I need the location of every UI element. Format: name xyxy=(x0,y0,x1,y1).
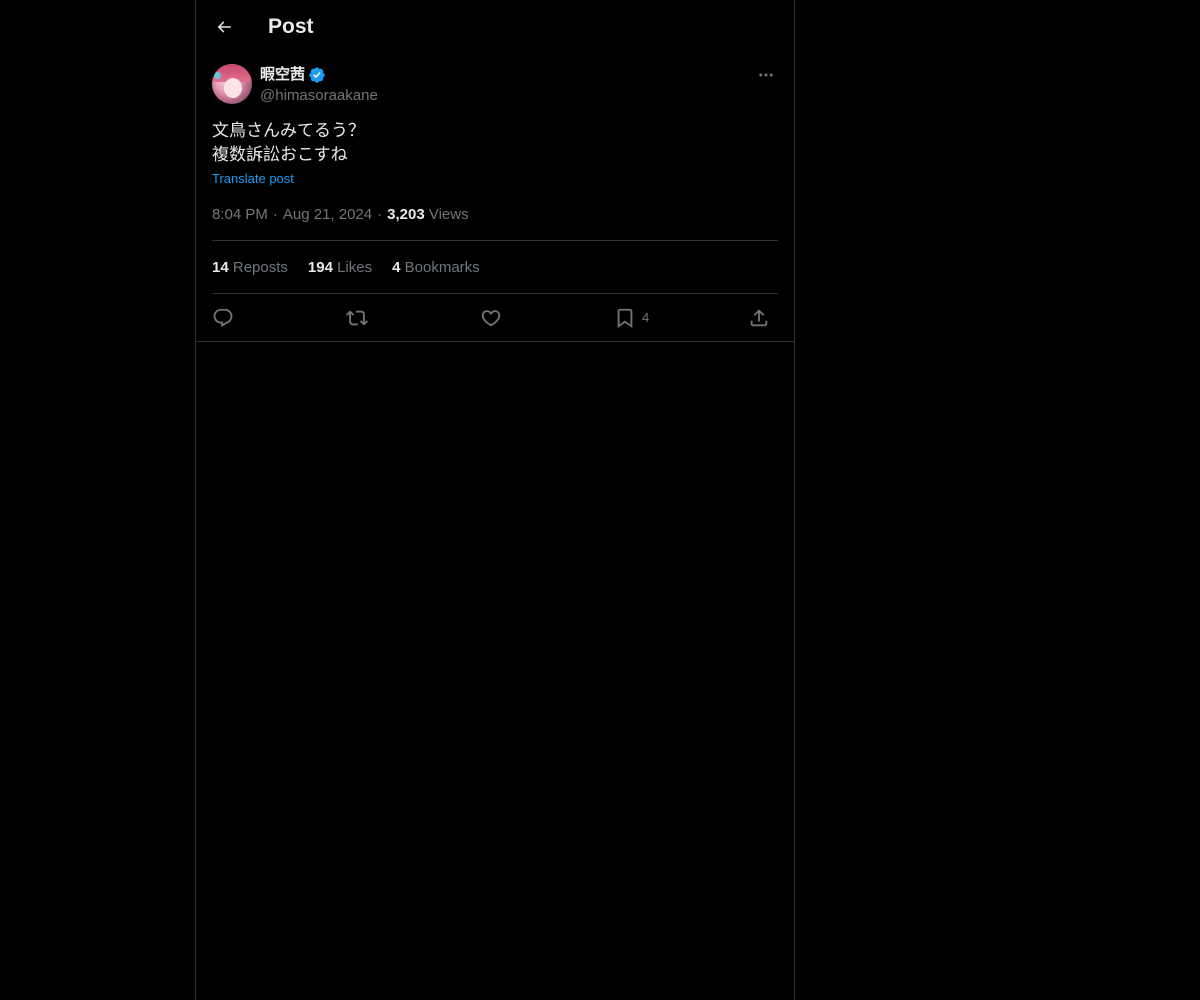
engagement-stats: 14 Reposts 194 Likes 4 Bookmarks xyxy=(212,258,500,278)
more-horizontal-icon xyxy=(759,73,773,77)
arrow-left-icon xyxy=(217,21,231,33)
views-label: Views xyxy=(428,206,469,223)
views-count: 3,203 xyxy=(387,206,425,223)
author-display-name[interactable]: 暇空茜 xyxy=(260,65,305,85)
share-button[interactable] xyxy=(748,304,770,332)
post-author: 暇空茜 @himasoraakane xyxy=(212,64,778,108)
reply-icon xyxy=(213,308,233,327)
repost-button[interactable] xyxy=(346,304,368,332)
reposts-stat[interactable]: 14 Reposts xyxy=(212,258,288,278)
back-button[interactable] xyxy=(210,13,238,41)
page-title: Post xyxy=(268,15,314,38)
like-button[interactable] xyxy=(480,304,502,332)
bookmarks-stat[interactable]: 4 Bookmarks xyxy=(392,258,480,278)
top-bar: Post xyxy=(196,0,794,54)
reposts-label: Reposts xyxy=(232,259,288,276)
bookmark-icon xyxy=(617,308,633,329)
meta-separator: · xyxy=(377,206,383,223)
share-icon xyxy=(750,309,768,327)
divider xyxy=(212,293,778,294)
likes-label: Likes xyxy=(337,259,373,276)
post-text: 文鳥さんみてるう？ 複数訴訟おこすね xyxy=(212,121,365,164)
bookmark-button[interactable]: 4 xyxy=(614,304,649,332)
post-bottom-border xyxy=(196,341,794,342)
reposts-count: 14 xyxy=(212,259,229,276)
bookmarks-label: Bookmarks xyxy=(404,259,480,276)
bookmark-count: 4 xyxy=(642,310,650,325)
more-options-button[interactable] xyxy=(754,64,778,86)
post-metadata: 8:04 PM · Aug 21, 2024 · 3,203 Views xyxy=(212,205,469,225)
heart-icon xyxy=(481,310,501,327)
meta-separator: · xyxy=(272,206,278,223)
verified-badge-icon xyxy=(309,67,325,83)
post-date[interactable]: Aug 21, 2024 xyxy=(283,206,372,223)
action-bar: 4 xyxy=(212,304,778,332)
repost-icon xyxy=(346,310,368,326)
divider xyxy=(212,240,778,241)
post-time[interactable]: 8:04 PM xyxy=(212,206,268,223)
likes-stat[interactable]: 194 Likes xyxy=(308,258,372,278)
likes-count: 194 xyxy=(307,259,333,276)
reply-button[interactable] xyxy=(212,304,234,332)
post-detail-column: Post 暇空茜 @himasoraakane 文鳥さんみてるう？ 複数訴訟おこ… xyxy=(195,0,795,1000)
author-handle[interactable]: @himasoraakane xyxy=(260,86,378,106)
avatar[interactable] xyxy=(212,64,252,104)
translate-post-link[interactable]: Translate post xyxy=(212,171,294,187)
bookmarks-count: 4 xyxy=(392,259,401,276)
